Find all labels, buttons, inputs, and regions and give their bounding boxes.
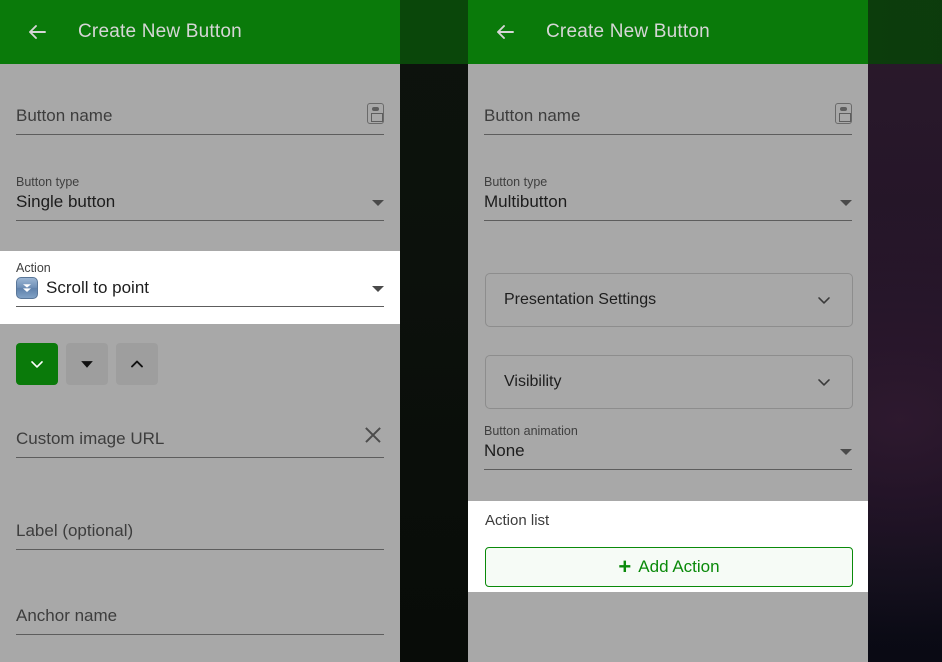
presentation-settings-expander[interactable]: Presentation Settings — [485, 273, 853, 327]
plus-icon: + — [618, 554, 632, 579]
scroll-to-point-icon — [16, 277, 38, 299]
left-appbar: Create New Button — [0, 0, 400, 64]
label-optional-field[interactable]: Label (optional) — [16, 520, 384, 550]
chevron-down-icon — [31, 361, 43, 368]
page-title: Create New Button — [546, 21, 710, 42]
chevron-down-button[interactable] — [16, 343, 58, 385]
add-action-label: Add Action — [638, 557, 720, 576]
button-type-label: Button type — [16, 175, 80, 189]
caret-down-icon[interactable] — [840, 449, 852, 455]
caret-down-icon[interactable] — [840, 200, 852, 206]
anchor-name-field[interactable]: Anchor name — [16, 605, 384, 635]
button-type-value: Multibutton — [484, 192, 568, 211]
right-form-body: Button name Button type Multibutton Pres… — [468, 64, 868, 662]
button-type-label: Button type — [484, 175, 548, 189]
chevron-down-icon — [818, 297, 830, 304]
create-button-panel-multi: Create New Button Button name Button typ… — [468, 0, 868, 662]
action-value: Scroll to point — [46, 278, 149, 297]
arrow-left-icon — [497, 25, 514, 39]
arrow-left-icon — [29, 25, 46, 39]
close-icon[interactable] — [362, 424, 384, 446]
custom-image-url-field[interactable]: Custom image URL — [16, 424, 384, 458]
right-appbar: Create New Button — [468, 0, 868, 64]
visibility-label: Visibility — [504, 373, 562, 390]
action-label: Action — [16, 261, 51, 275]
name-badge-icon[interactable] — [367, 103, 384, 124]
button-name-field[interactable]: Button name — [16, 103, 384, 135]
custom-image-url-placeholder: Custom image URL — [16, 429, 165, 448]
create-button-panel-single: Create New Button Button name Button typ… — [0, 0, 400, 662]
scroll-direction-group — [16, 343, 158, 385]
name-badge-icon[interactable] — [835, 103, 852, 124]
chevron-up-icon — [131, 360, 143, 368]
back-button[interactable] — [24, 19, 50, 45]
form-footer: SAVE CANCEL — [468, 656, 868, 662]
button-type-field[interactable]: Button type Single button — [16, 174, 384, 221]
caret-down-icon[interactable] — [372, 286, 384, 292]
chevron-down-icon — [818, 379, 830, 386]
button-animation-label: Button animation — [484, 424, 578, 438]
button-animation-value: None — [484, 441, 525, 460]
action-field[interactable]: Action Scroll to point — [16, 260, 384, 307]
chevron-up-button[interactable] — [116, 343, 158, 385]
action-list-label: Action list — [485, 512, 550, 529]
page-title: Create New Button — [78, 21, 242, 42]
triangle-down-icon — [81, 361, 93, 368]
caret-down-icon[interactable] — [372, 200, 384, 206]
visibility-expander[interactable]: Visibility — [485, 355, 853, 409]
button-type-value: Single button — [16, 192, 116, 211]
add-action-button[interactable]: + Add Action — [485, 547, 853, 587]
triangle-down-button[interactable] — [66, 343, 108, 385]
button-type-field[interactable]: Button type Multibutton — [484, 174, 852, 221]
label-optional-placeholder: Label (optional) — [16, 521, 134, 540]
back-button[interactable] — [492, 19, 518, 45]
button-name-placeholder: Button name — [484, 106, 581, 125]
button-animation-field[interactable]: Button animation None — [484, 423, 852, 470]
button-name-placeholder: Button name — [16, 106, 113, 125]
button-name-field[interactable]: Button name — [484, 103, 852, 135]
anchor-name-placeholder: Anchor name — [16, 606, 118, 625]
left-form-body: Button name Button type Single button Ac… — [0, 64, 400, 662]
presentation-settings-label: Presentation Settings — [504, 291, 657, 308]
